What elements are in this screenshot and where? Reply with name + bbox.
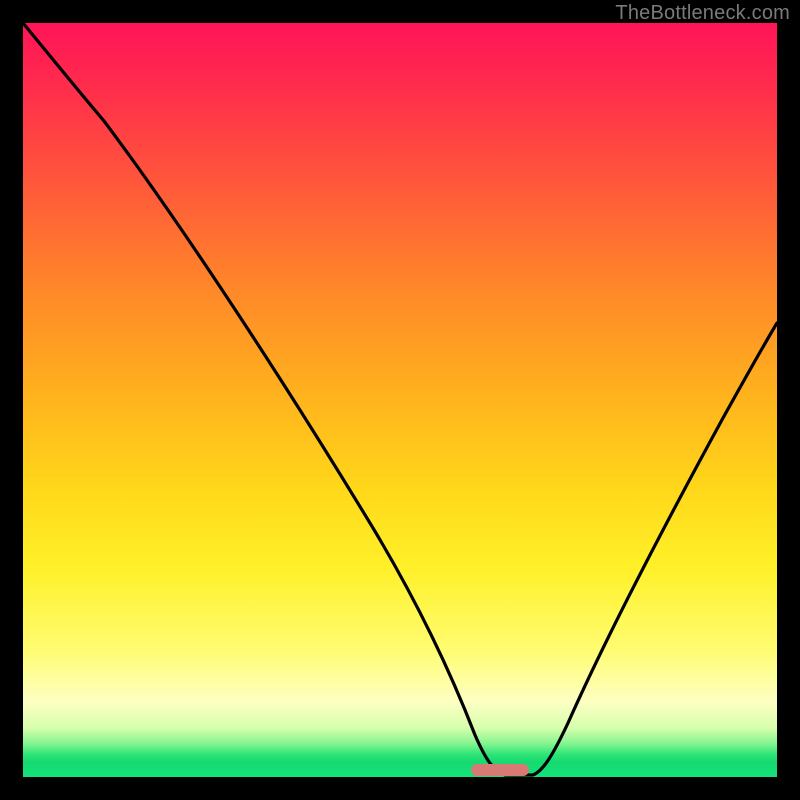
watermark-text: TheBottleneck.com — [615, 2, 790, 25]
curve-path — [23, 23, 777, 775]
plot-area — [23, 23, 777, 777]
bottleneck-curve — [23, 23, 777, 777]
bottleneck-marker — [471, 764, 529, 776]
chart-frame: TheBottleneck.com — [0, 0, 800, 800]
